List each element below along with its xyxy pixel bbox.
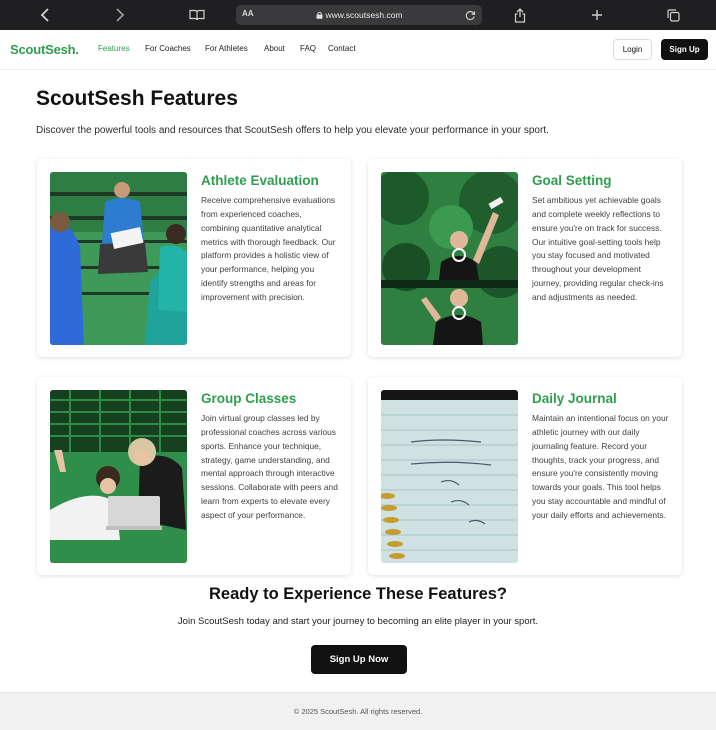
journal-notebook-image — [381, 390, 518, 563]
address-bar[interactable]: AA www.scoutsesh.com — [236, 5, 482, 25]
signup-button[interactable]: Sign Up — [661, 39, 708, 60]
feature-title: Goal Setting — [532, 173, 612, 188]
book-icon[interactable] — [187, 5, 207, 25]
copyright-text: © 2025 ScoutSesh. All rights reserved. — [293, 707, 423, 716]
coach-evaluating-athletes-image — [50, 172, 187, 345]
forward-icon[interactable] — [110, 5, 130, 25]
browser-toolbar: AA www.scoutsesh.com — [0, 0, 716, 30]
feature-description: Maintain an intentional focus on your at… — [532, 413, 669, 520]
feature-card-athlete-evaluation: Athlete Evaluation Receive comprehensive… — [37, 159, 351, 357]
feature-description: Set ambitious yet achievable goals and c… — [532, 195, 664, 302]
page-title: ScoutSesh Features — [36, 87, 238, 110]
nav-link-faq[interactable]: FAQ — [300, 44, 316, 53]
feature-title: Group Classes — [201, 391, 297, 406]
feature-description: Receive comprehensive evaluations from e… — [201, 195, 336, 302]
cta-text: Join ScoutSesh today and start your jour… — [177, 616, 539, 627]
lock-icon — [316, 11, 322, 19]
url-text: www.scoutsesh.com — [236, 10, 482, 20]
page-intro: Discover the powerful tools and resource… — [36, 125, 549, 136]
share-icon[interactable] — [510, 5, 530, 25]
site-logo[interactable]: ScoutSesh. — [10, 42, 79, 57]
site-header: ScoutSesh. Features For Coaches For Athl… — [0, 30, 716, 70]
login-button[interactable]: Login — [613, 39, 652, 60]
new-tab-icon[interactable] — [587, 5, 607, 25]
back-icon[interactable] — [35, 5, 55, 25]
feature-description: Join virtual group classes led by profes… — [201, 413, 338, 520]
nav-link-for-coaches[interactable]: For Coaches — [145, 44, 191, 53]
reload-icon[interactable] — [462, 7, 478, 23]
feature-card-daily-journal: Daily Journal Maintain an intentional fo… — [368, 377, 682, 575]
feature-card-group-classes: Group Classes Join virtual group classes… — [37, 377, 351, 575]
nav-link-about[interactable]: About — [264, 44, 285, 53]
nav-link-for-athletes[interactable]: For Athletes — [205, 44, 248, 53]
tabs-overview-icon[interactable] — [663, 5, 683, 25]
feature-title: Daily Journal — [532, 391, 617, 406]
athlete-celebrating-image — [381, 172, 518, 345]
nav-link-contact[interactable]: Contact — [328, 44, 356, 53]
sign-up-now-button[interactable]: Sign Up Now — [311, 645, 407, 674]
feature-card-goal-setting: Goal Setting Set ambitious yet achievabl… — [368, 159, 682, 357]
cta-title: Ready to Experience These Features? — [208, 585, 508, 603]
athletes-with-laptop-image — [50, 390, 187, 563]
feature-title: Athlete Evaluation — [201, 173, 319, 188]
site-footer: © 2025 ScoutSesh. All rights reserved. — [0, 692, 716, 730]
nav-link-features[interactable]: Features — [98, 44, 130, 53]
